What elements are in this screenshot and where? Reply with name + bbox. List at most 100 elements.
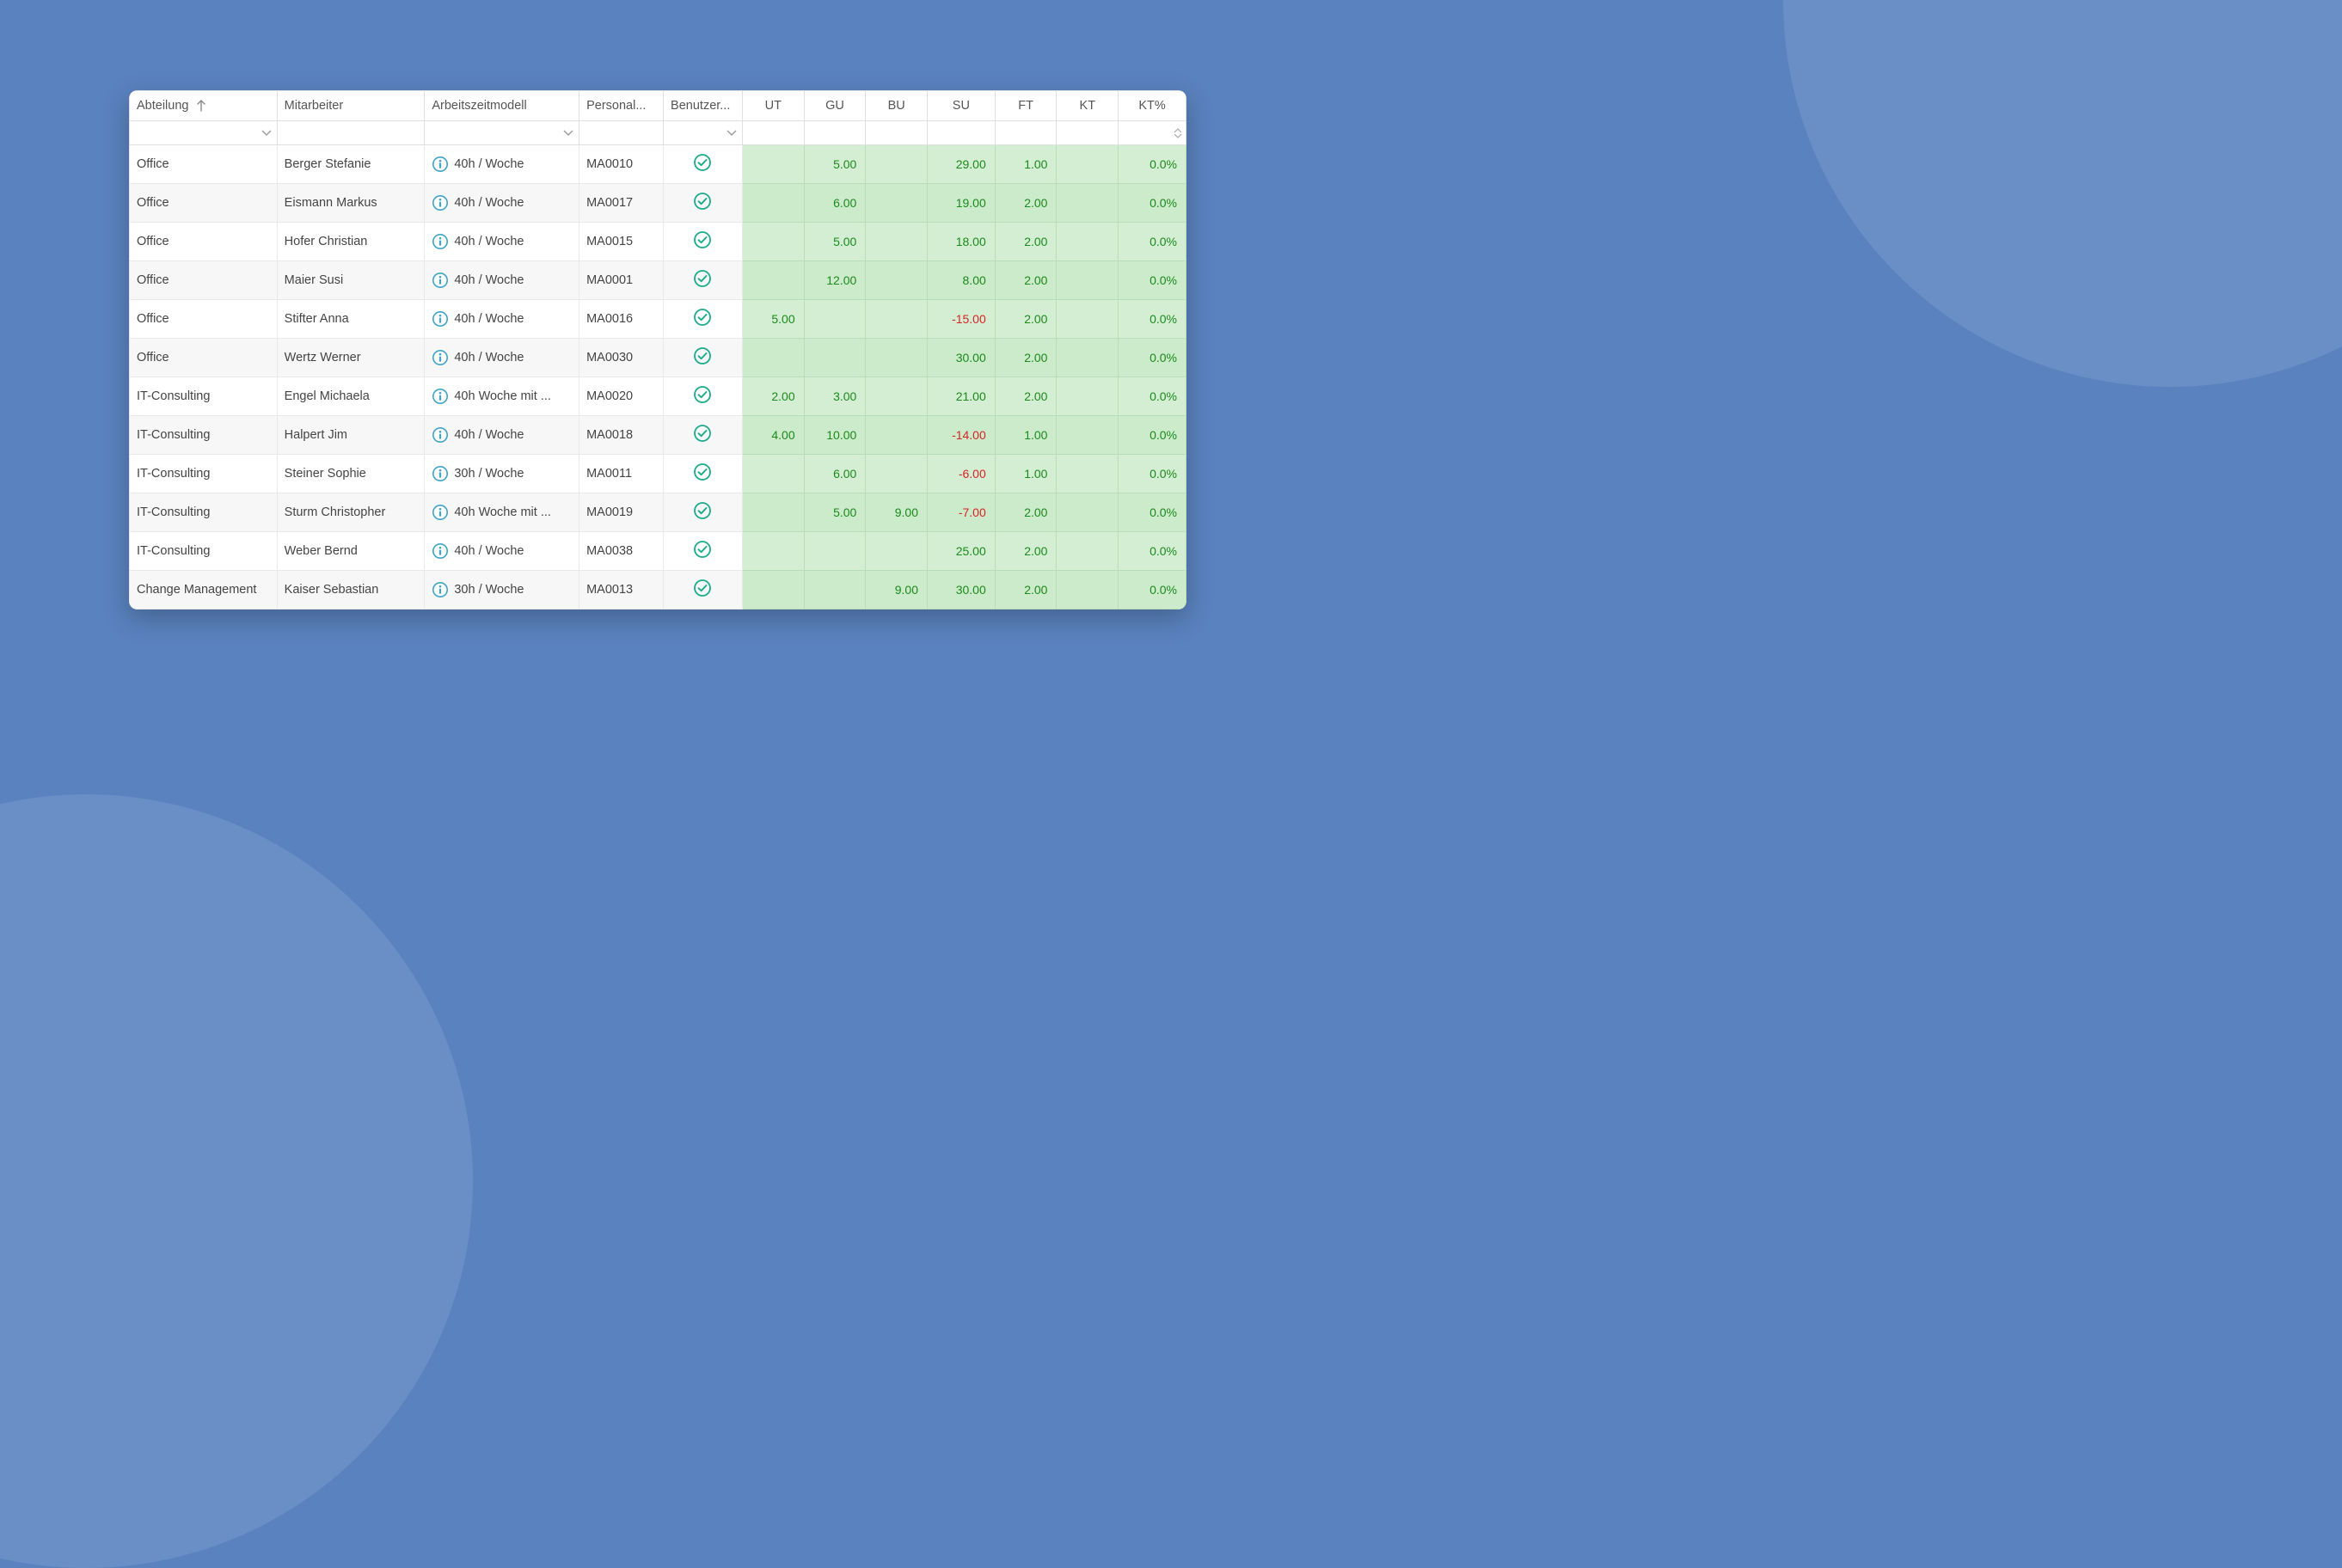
info-icon[interactable] [432, 272, 449, 289]
table-row[interactable]: IT-ConsultingWeber Bernd40h / WocheMA003… [130, 532, 1186, 571]
filter-bu[interactable] [866, 121, 928, 145]
col-benutzer[interactable]: Benutzer... [664, 91, 743, 121]
check-circle-icon [693, 587, 712, 601]
arbeitszeitmodell-text: 30h / Woche [454, 583, 524, 597]
table-row[interactable]: OfficeEismann Markus40h / WocheMA00176.0… [130, 184, 1186, 223]
col-label: UT [765, 99, 782, 113]
filter-kt-input[interactable] [1060, 125, 1114, 141]
col-ft[interactable]: FT [995, 91, 1057, 121]
cell-personal: MA0001 [579, 261, 664, 300]
col-arbeitszeitmodell[interactable]: Arbeitszeitmodell [425, 91, 579, 121]
cell-su: -7.00 [928, 493, 996, 532]
cell-gu [804, 300, 866, 339]
info-icon[interactable] [432, 194, 449, 211]
info-icon[interactable] [432, 233, 449, 250]
info-icon[interactable] [432, 156, 449, 173]
table-row[interactable]: IT-ConsultingHalpert Jim40h / WocheMA001… [130, 416, 1186, 455]
table-row[interactable]: IT-ConsultingSturm Christopher40h Woche … [130, 493, 1186, 532]
filter-gu[interactable] [804, 121, 866, 145]
cell-gu: 5.00 [804, 493, 866, 532]
col-su[interactable]: SU [928, 91, 996, 121]
col-personal[interactable]: Personal... [579, 91, 664, 121]
col-mitarbeiter[interactable]: Mitarbeiter [277, 91, 425, 121]
table-row[interactable]: IT-ConsultingSteiner Sophie30h / WocheMA… [130, 455, 1186, 493]
filter-ft[interactable] [995, 121, 1057, 145]
table-row[interactable]: OfficeBerger Stefanie40h / WocheMA00105.… [130, 145, 1186, 184]
check-circle-icon [693, 316, 712, 330]
info-icon[interactable] [432, 426, 449, 444]
cell-ktp: 0.0% [1119, 493, 1186, 532]
check-circle-icon [693, 278, 712, 291]
filter-bu-input[interactable] [869, 125, 923, 141]
sort-asc-icon [196, 100, 206, 112]
table-row[interactable]: OfficeHofer Christian40h / WocheMA00155.… [130, 223, 1186, 261]
info-icon[interactable] [432, 581, 449, 598]
filter-su-input[interactable] [931, 125, 991, 141]
table-row[interactable]: OfficeStifter Anna40h / WocheMA00165.00-… [130, 300, 1186, 339]
filter-benutzer-input[interactable] [667, 125, 739, 141]
filter-mitarbeiter[interactable] [277, 121, 425, 145]
info-icon[interactable] [432, 504, 449, 521]
info-icon[interactable] [432, 349, 449, 366]
filter-abteilung-input[interactable] [133, 125, 273, 141]
filter-ut[interactable] [742, 121, 804, 145]
table-row[interactable]: IT-ConsultingEngel Michaela40h Woche mit… [130, 377, 1186, 416]
table-row[interactable]: OfficeMaier Susi40h / WocheMA000112.008.… [130, 261, 1186, 300]
filter-mitarbeiter-input[interactable] [281, 125, 421, 141]
check-circle-icon [693, 510, 712, 524]
col-gu[interactable]: GU [804, 91, 866, 121]
info-icon[interactable] [432, 465, 449, 482]
filter-personal[interactable] [579, 121, 664, 145]
bg-decor-circle [1783, 0, 2342, 387]
col-ut[interactable]: UT [742, 91, 804, 121]
cell-ktp: 0.0% [1119, 571, 1186, 609]
filter-su[interactable] [928, 121, 996, 145]
col-bu[interactable]: BU [866, 91, 928, 121]
cell-benutzer [664, 416, 743, 455]
info-icon[interactable] [432, 388, 449, 405]
cell-ut [742, 339, 804, 377]
cell-arbeitszeitmodell: 40h / Woche [425, 184, 579, 223]
filter-ft-input[interactable] [999, 125, 1053, 141]
cell-personal: MA0038 [579, 532, 664, 571]
filter-abteilung[interactable] [130, 121, 278, 145]
filter-benutzer[interactable] [664, 121, 743, 145]
cell-personal: MA0015 [579, 223, 664, 261]
col-kt[interactable]: KT [1057, 91, 1119, 121]
arbeitszeitmodell-text: 40h / Woche [454, 312, 524, 326]
cell-ft: 2.00 [995, 493, 1057, 532]
filter-personal-input[interactable] [583, 125, 659, 141]
cell-su: 30.00 [928, 339, 996, 377]
table-row[interactable]: OfficeWertz Werner40h / WocheMA003030.00… [130, 339, 1186, 377]
cell-arbeitszeitmodell: 40h Woche mit ... [425, 493, 579, 532]
check-circle-icon [693, 239, 712, 253]
filter-ktp[interactable] [1119, 121, 1186, 145]
cell-mitarbeiter: Wertz Werner [277, 339, 425, 377]
cell-arbeitszeitmodell: 40h / Woche [425, 532, 579, 571]
arbeitszeitmodell-text: 40h / Woche [454, 157, 524, 171]
info-icon[interactable] [432, 542, 449, 560]
cell-abteilung: Office [130, 339, 278, 377]
info-icon[interactable] [432, 310, 449, 328]
filter-ut-input[interactable] [746, 125, 800, 141]
col-abteilung[interactable]: Abteilung [130, 91, 278, 121]
cell-kt [1057, 261, 1119, 300]
arbeitszeitmodell-text: 30h / Woche [454, 467, 524, 481]
cell-su: 30.00 [928, 571, 996, 609]
arbeitszeitmodell-text: 40h / Woche [454, 235, 524, 248]
filter-arbeitszeitmodell-input[interactable] [428, 125, 575, 141]
col-ktp[interactable]: KT% [1119, 91, 1186, 121]
cell-kt [1057, 532, 1119, 571]
cell-ft: 2.00 [995, 377, 1057, 416]
filter-gu-input[interactable] [808, 125, 862, 141]
table-row[interactable]: Change ManagementKaiser Sebastian30h / W… [130, 571, 1186, 609]
cell-mitarbeiter: Berger Stefanie [277, 145, 425, 184]
cell-ft: 2.00 [995, 532, 1057, 571]
filter-kt[interactable] [1057, 121, 1119, 145]
filter-arbeitszeitmodell[interactable] [425, 121, 579, 145]
header-row: Abteilung Mitarbeiter Arbeitszeitmodell … [130, 91, 1186, 121]
cell-personal: MA0011 [579, 455, 664, 493]
cell-benutzer [664, 300, 743, 339]
cell-su: 25.00 [928, 532, 996, 571]
arbeitszeitmodell-text: 40h Woche mit ... [454, 389, 551, 403]
